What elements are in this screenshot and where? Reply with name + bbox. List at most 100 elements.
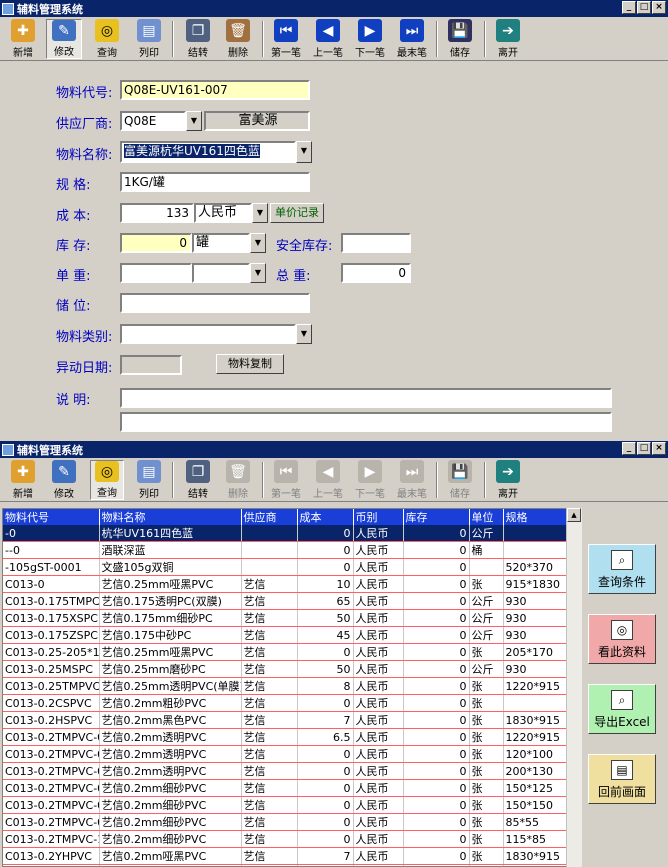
delete-button[interactable]: 🗑 删除 <box>222 19 254 59</box>
material-name-dropdown-button[interactable]: ▼ <box>296 141 312 163</box>
table-row[interactable]: C013-0.2TMPVC-0(艺信0.2mm透明PVC 艺信 6.5 人民币 0 张 12… <box>3 728 568 746</box>
delete-button[interactable]: 🗑 删除 <box>222 460 254 500</box>
price-record-button[interactable]: 单价记录 <box>270 203 324 223</box>
total-weight-field[interactable]: 0 <box>341 263 411 283</box>
edit-button[interactable]: ✎ 修改 <box>46 19 82 59</box>
spec-field[interactable]: 1KG/罐 <box>120 172 310 192</box>
save-button[interactable]: 💾 储存 <box>444 19 476 59</box>
total-weight-label: 总 重: <box>276 269 311 284</box>
column-header[interactable]: 物料名称 <box>99 509 242 525</box>
column-header[interactable]: 规格 <box>503 509 568 525</box>
table-cell: 艺信0.2mm细砂PVC <box>99 830 242 848</box>
unit-dropdown-button[interactable]: ▼ <box>250 233 266 253</box>
column-header[interactable]: 币别 <box>353 509 404 525</box>
maximize-button[interactable]: □ <box>637 442 651 455</box>
column-header[interactable]: 库存 <box>403 509 470 525</box>
toolbar-separator <box>172 21 174 57</box>
location-field[interactable] <box>120 293 310 313</box>
table-row[interactable]: C013-0.2TMPVC-0(艺信0.2mm透明PVC 艺信 0 人民币 0 张 200*… <box>3 762 568 780</box>
trash-icon: 🗑 <box>226 19 250 42</box>
cost-field[interactable]: 133 <box>120 203 194 223</box>
table-scrollbar[interactable]: ▲ <box>566 508 582 867</box>
table-row[interactable]: C013-0.25TMPVC 艺信0.25mm透明PVC(单膜) 艺信 8 人民币 0 张 1… <box>3 677 568 695</box>
stock-field[interactable]: 0 <box>120 233 192 253</box>
close-button[interactable]: × <box>652 442 666 455</box>
unit-weight-unit-select[interactable] <box>192 263 250 283</box>
print-button[interactable]: ▤ 列印 <box>132 19 166 59</box>
export-excel-button[interactable]: ⌕ 导出Excel <box>588 684 656 734</box>
table-row[interactable]: -105gST-0001 文盛105g双铜 0 人民币 0 520*370 <box>3 558 568 576</box>
exit-button[interactable]: ➔ 离开 <box>492 460 524 500</box>
new-button[interactable]: ✚ 新增 <box>6 460 40 500</box>
supplier-dropdown-button[interactable]: ▼ <box>186 111 202 131</box>
transfer-button[interactable]: ❐ 结转 <box>182 460 214 500</box>
table-row[interactable]: C013-0.2TMPVC-0(艺信0.2mm细砂PVC 艺信 0 人民币 0 张 85*5… <box>3 813 568 831</box>
new-button[interactable]: ✚ 新增 <box>6 19 40 59</box>
supplier-code-field[interactable]: Q08E <box>120 111 186 131</box>
back-button[interactable]: ▤ 回前画面 <box>588 754 656 804</box>
table-row[interactable]: C013-0.2TMPVC-0(艺信0.2mm细砂PVC 艺信 0 人民币 0 张 150*… <box>3 796 568 814</box>
category-dropdown-button[interactable]: ▼ <box>296 324 312 344</box>
column-header[interactable]: 供应商 <box>241 509 298 525</box>
note-field-1[interactable] <box>120 388 612 408</box>
window-title: 辅料管理系统 <box>17 2 83 16</box>
prev-record-button[interactable]: ◀ 上一笔 <box>310 460 346 500</box>
table-row[interactable]: C013-0.2YHPVC 艺信0.2mm哑黑PVC 艺信 7 人民币 0 张 1830*91… <box>3 847 568 865</box>
table-cell: C013-0.25MSPC <box>3 660 100 678</box>
note-field-2[interactable] <box>120 412 612 432</box>
material-name-field[interactable]: 富美源杭华UV161四色蓝 <box>120 141 296 163</box>
minimize-button[interactable]: _ <box>622 1 636 14</box>
maximize-button[interactable]: □ <box>637 1 651 14</box>
query-button[interactable]: ◎ 查询 <box>90 460 124 500</box>
window-titlebar: 辅料管理系统 _ □ × <box>0 441 668 458</box>
first-record-button[interactable]: ⏮ 第一笔 <box>268 460 304 500</box>
minimize-button[interactable]: _ <box>622 442 636 455</box>
toolbar-separator <box>436 462 438 498</box>
first-icon: ⏮ <box>274 19 298 42</box>
query-conditions-button[interactable]: ⌕ 查询条件 <box>588 544 656 594</box>
table-row[interactable]: -0 杭华UV161四色蓝 0 人民币 0 公斤 <box>3 525 568 542</box>
copy-material-button[interactable]: 物料复制 <box>216 354 284 374</box>
unit-weight-field[interactable] <box>120 263 192 283</box>
column-header[interactable]: 单位 <box>469 509 504 525</box>
close-button[interactable]: × <box>652 1 666 14</box>
table-row[interactable]: C013-0.175ZSPC 艺信0.175中砂PC 艺信 45 人民币 0 公斤 930 <box>3 626 568 644</box>
next-record-button[interactable]: ▶ 下一笔 <box>352 460 388 500</box>
column-header[interactable]: 成本 <box>297 509 354 525</box>
binoculars-icon: ◎ <box>95 461 119 482</box>
table-row[interactable]: C013-0.2TMPVC-0(艺信0.2mm细砂PVC 艺信 0 人民币 0 张 150*… <box>3 779 568 797</box>
table-row[interactable]: C013-0.175XSPC 艺信0.175mm细砂PC 艺信 50 人民币 0 公斤 930 <box>3 609 568 627</box>
new-icon: ✚ <box>11 460 35 483</box>
scroll-up-button[interactable]: ▲ <box>567 508 581 522</box>
table-row[interactable]: C013-0.2CSPVC 艺信0.2mm粗砂PVC 艺信 0 人民币 0 张 <box>3 694 568 712</box>
print-button[interactable]: ▤ 列印 <box>132 460 166 500</box>
prev-record-button[interactable]: ◀ 上一笔 <box>310 19 346 59</box>
last-record-button[interactable]: ⏭ 最末笔 <box>394 460 430 500</box>
table-row[interactable]: C013-0.2HSPVC 艺信0.2mm黑色PVC 艺信 7 人民币 0 张 1830*91… <box>3 711 568 729</box>
save-button[interactable]: 💾 储存 <box>444 460 476 500</box>
edit-button[interactable]: ✎ 修改 <box>46 460 82 500</box>
table-row[interactable]: --0 酒联深蓝 0 人民币 0 桶 <box>3 541 568 559</box>
currency-dropdown-button[interactable]: ▼ <box>252 203 268 223</box>
column-header[interactable]: 物料代号 <box>3 509 100 525</box>
currency-select[interactable]: 人民币 <box>194 203 252 223</box>
query-button[interactable]: ◎ 查询 <box>90 19 124 59</box>
view-data-button[interactable]: ◎ 看此资料 <box>588 614 656 664</box>
table-row[interactable]: C013-0.2TMPVC-0(艺信0.2mm透明PVC 艺信 0 人民币 0 张 120*… <box>3 745 568 763</box>
table-cell: 张 <box>469 711 504 729</box>
safety-stock-field[interactable] <box>341 233 411 253</box>
first-record-button[interactable]: ⏮ 第一笔 <box>268 19 304 59</box>
table-row[interactable]: C013-0.25MSPC 艺信0.25mm磨砂PC 艺信 50 人民币 0 公斤 930 <box>3 660 568 678</box>
unit-select[interactable]: 罐 <box>192 233 250 253</box>
material-code-field[interactable]: Q08E-UV161-007 <box>120 80 310 100</box>
last-record-button[interactable]: ⏭ 最末笔 <box>394 19 430 59</box>
table-row[interactable]: C013-0 艺信0.25mm哑黑PVC 艺信 10 人民币 0 张 915*1830 <box>3 575 568 593</box>
next-record-button[interactable]: ▶ 下一笔 <box>352 19 388 59</box>
table-row[interactable]: C013-0.25-205*1' 艺信0.25mm哑黑PVC 艺信 0 人民币 0 张 205… <box>3 643 568 661</box>
table-row[interactable]: C013-0.2TMPVC-1 艺信0.2mm细砂PVC 艺信 0 人民币 0 张 115*8… <box>3 830 568 848</box>
exit-button[interactable]: ➔ 离开 <box>492 19 524 59</box>
category-select[interactable] <box>120 324 296 344</box>
table-row[interactable]: C013-0.175TMPC 艺信0.175透明PC(双膜) 艺信 65 人民币 0 公斤 9… <box>3 592 568 610</box>
unit-weight-unit-dropdown-button[interactable]: ▼ <box>250 263 266 283</box>
transfer-button[interactable]: ❐ 结转 <box>182 19 214 59</box>
